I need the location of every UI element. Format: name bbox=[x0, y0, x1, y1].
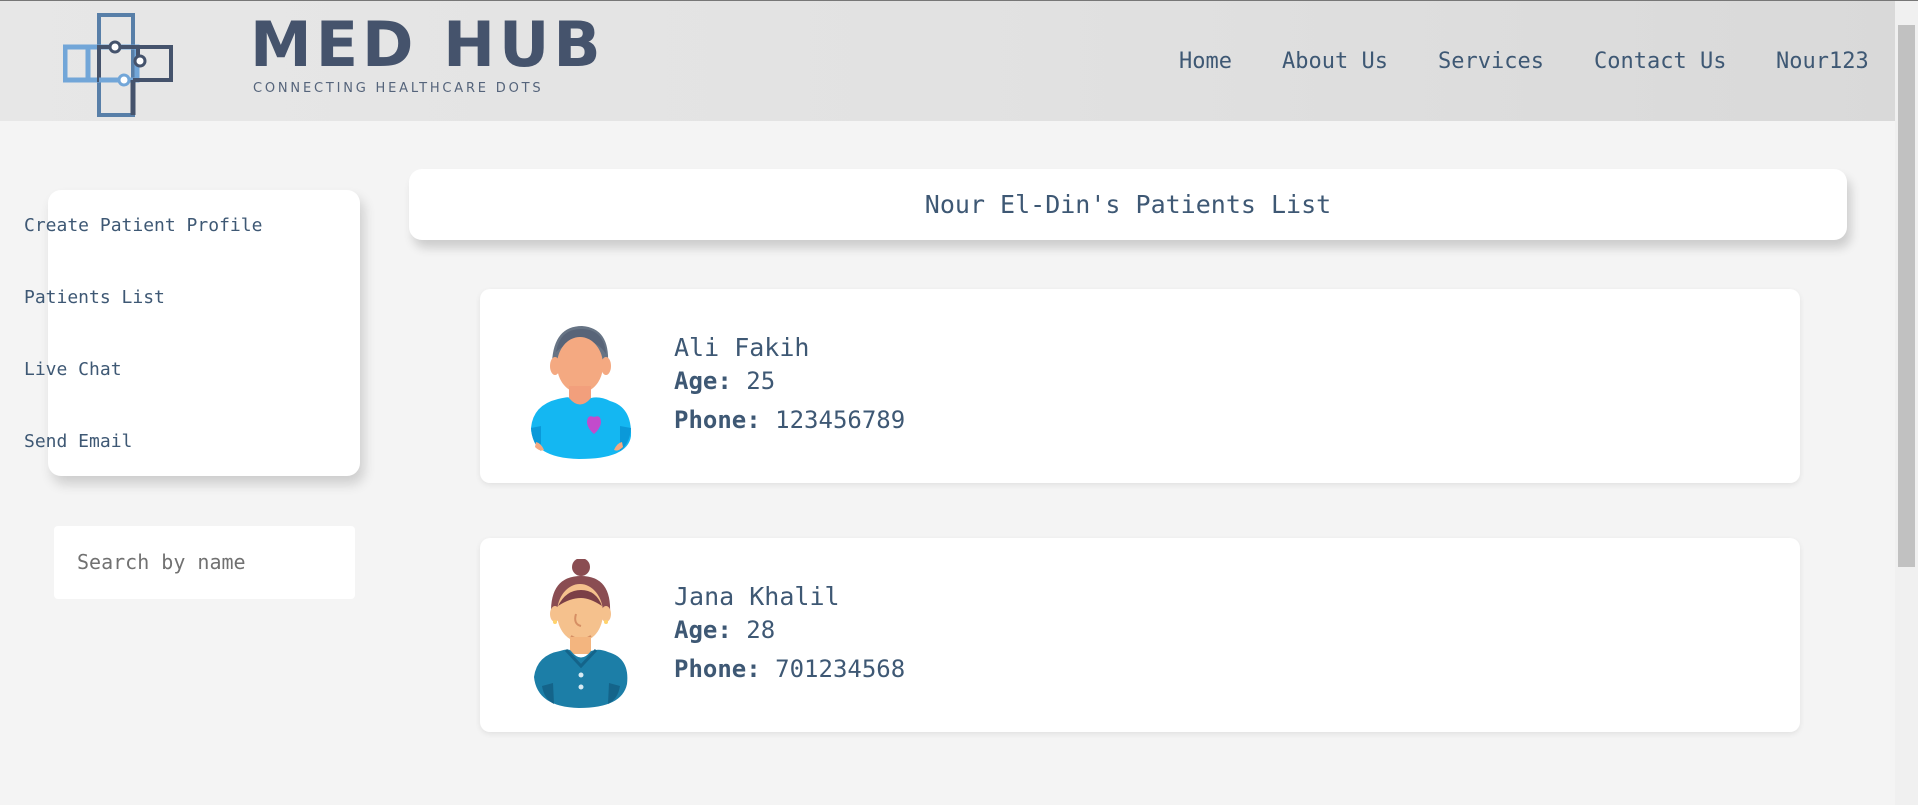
age-label: Age: bbox=[674, 367, 732, 395]
sidebar-item-patients-list[interactable]: Patients List bbox=[24, 286, 165, 310]
scroll-down-arrow[interactable] bbox=[1895, 783, 1918, 805]
sidebar-item-create-patient-profile[interactable]: Create Patient Profile bbox=[24, 214, 262, 238]
brand-name: MED HUB bbox=[250, 8, 605, 81]
nav-about-link[interactable]: About Us bbox=[1282, 48, 1388, 76]
patient-phone-row: Phone: 123456789 bbox=[674, 405, 905, 435]
nav-home-link[interactable]: Home bbox=[1179, 48, 1232, 76]
patient-phone: 701234568 bbox=[775, 655, 906, 683]
search-by-name-input[interactable]: Search by name bbox=[54, 526, 355, 599]
patient-phone-row: Phone: 701234568 bbox=[674, 654, 905, 684]
nav-user-link[interactable]: Nour123 bbox=[1776, 48, 1869, 76]
sidebar-item-live-chat[interactable]: Live Chat bbox=[24, 358, 122, 382]
patient-name: Jana Khalil bbox=[674, 582, 840, 611]
patient-card-jana-khalil[interactable]: Jana Khalil Age: 28 Phone: 701234568 bbox=[480, 538, 1800, 732]
scroll-up-arrow[interactable] bbox=[1895, 1, 1918, 23]
patient-name: Ali Fakih bbox=[674, 333, 810, 362]
nav-services-link[interactable]: Services bbox=[1438, 48, 1544, 76]
patient-age: 28 bbox=[746, 616, 776, 644]
phone-label: Phone: bbox=[674, 406, 761, 434]
patient-card-ali-fakih[interactable]: Ali Fakih Age: 25 Phone: 123456789 bbox=[480, 289, 1800, 483]
nav-contact-link[interactable]: Contact Us bbox=[1594, 48, 1726, 76]
medhub-logo-icon bbox=[63, 13, 173, 117]
patient-phone: 123456789 bbox=[775, 406, 906, 434]
patient-age-row: Age: 25 bbox=[674, 366, 775, 396]
male-patient-avatar-icon bbox=[531, 326, 632, 459]
patients-page: MED HUB CONNECTING HEALTHCARE DOTS Home … bbox=[0, 0, 1918, 805]
patients-list-title-card: Nour El-Din's Patients List bbox=[409, 169, 1847, 240]
scrollbar-thumb[interactable] bbox=[1898, 25, 1915, 567]
site-header: MED HUB CONNECTING HEALTHCARE DOTS Home … bbox=[0, 1, 1895, 121]
female-patient-avatar-icon bbox=[534, 559, 628, 708]
phone-label: Phone: bbox=[674, 655, 761, 683]
page-title: Nour El-Din's Patients List bbox=[924, 190, 1332, 219]
patient-age: 25 bbox=[746, 367, 776, 395]
brand-tagline: CONNECTING HEALTHCARE DOTS bbox=[253, 81, 544, 96]
vertical-scrollbar[interactable] bbox=[1895, 1, 1918, 805]
patient-age-row: Age: 28 bbox=[674, 615, 775, 645]
sidebar-item-send-email[interactable]: Send Email bbox=[24, 430, 132, 454]
age-label: Age: bbox=[674, 616, 732, 644]
